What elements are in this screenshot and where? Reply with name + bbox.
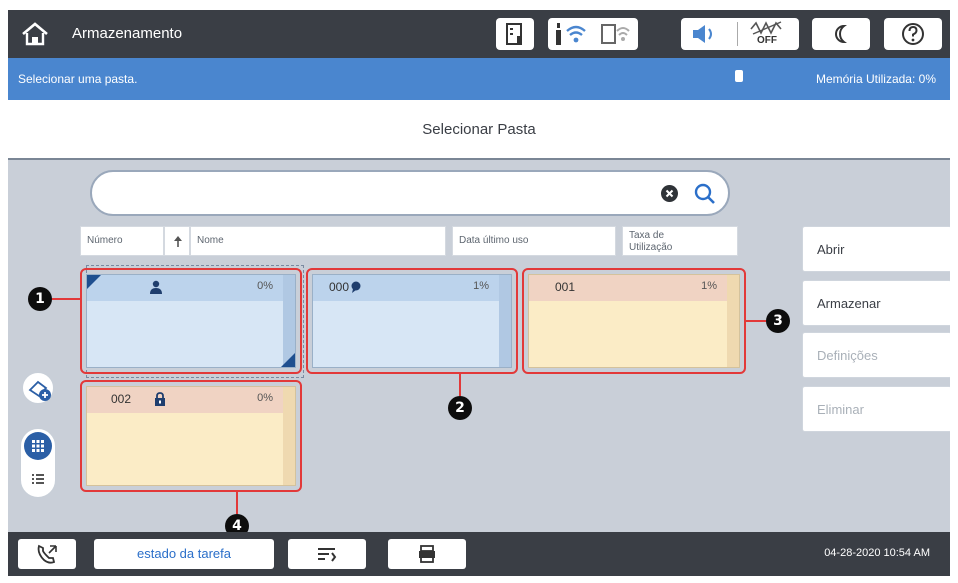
- folder-card-001[interactable]: 001 1%: [522, 268, 746, 374]
- delete-button[interactable]: Eliminar: [802, 386, 950, 432]
- printer-status-icon[interactable]: [496, 18, 534, 50]
- callout-1: 1: [28, 287, 52, 311]
- selected-corner-marker: [87, 275, 101, 289]
- column-header-usage-line1: Taxa de: [629, 230, 665, 241]
- sleep-moon-icon[interactable]: [812, 18, 870, 50]
- column-header-number[interactable]: Número: [80, 226, 164, 256]
- screen: Armazenamento OFF Selecionar uma pasta. …: [8, 10, 950, 576]
- folder-side: [499, 275, 511, 367]
- home-icon[interactable]: [20, 20, 50, 48]
- app-title: Armazenamento: [72, 25, 183, 42]
- folder-side: [727, 275, 739, 367]
- callout-line: [236, 492, 238, 514]
- memory-usage-text: Memória Utilizada: 0%: [815, 72, 936, 86]
- wifi-direct-icon: [601, 24, 630, 44]
- folder-usage: 0%: [257, 392, 273, 404]
- folder-number: 001: [555, 280, 576, 294]
- list-view-icon[interactable]: [24, 465, 52, 493]
- open-button[interactable]: Abrir: [802, 226, 950, 272]
- folder-box: 000 1%: [312, 274, 512, 368]
- folder-card-shared[interactable]: 0%: [80, 268, 302, 374]
- callout-line: [52, 298, 80, 300]
- quiet-mode-label: OFF: [757, 35, 777, 46]
- folder-usage: 0%: [257, 280, 273, 292]
- add-folder-icon[interactable]: [22, 372, 54, 404]
- bottom-bar: estado da tarefa 04-28-2020 10:54 AM: [8, 532, 950, 576]
- folder-card-002[interactable]: 002 0%: [80, 380, 302, 492]
- printer-icon[interactable]: [388, 539, 466, 569]
- lock-icon: [155, 392, 165, 406]
- callout-2: 2: [448, 396, 472, 420]
- top-status-bar: Armazenamento OFF: [8, 10, 950, 58]
- page-header: Selecionar Pasta: [8, 100, 950, 160]
- search-input[interactable]: [112, 182, 642, 204]
- job-status-button[interactable]: estado da tarefa: [94, 539, 274, 569]
- folder-box: 002 0%: [86, 386, 296, 486]
- instruction-text: Selecionar uma pasta.: [18, 72, 138, 86]
- folder-card-000[interactable]: 000 1%: [306, 268, 518, 374]
- clear-icon[interactable]: [661, 185, 678, 202]
- speaker-icon: [693, 25, 712, 43]
- fax-call-icon[interactable]: [18, 539, 76, 569]
- selected-corner-marker: [281, 353, 295, 367]
- callout-3: 3: [766, 309, 790, 333]
- search-icon[interactable]: [692, 181, 718, 207]
- store-button[interactable]: Armazenar: [802, 280, 950, 326]
- callout-line: [459, 374, 461, 396]
- view-toggle: [20, 428, 56, 498]
- comment-icon: [351, 281, 361, 293]
- sound-status-group[interactable]: OFF: [681, 18, 799, 50]
- network-status-group[interactable]: [548, 18, 638, 50]
- help-icon[interactable]: [884, 18, 942, 50]
- callout-line: [746, 320, 766, 322]
- info-bar: Selecionar uma pasta. Memória Utilizada:…: [8, 58, 950, 100]
- page-title: Selecionar Pasta: [422, 121, 536, 138]
- search-bar: [90, 170, 730, 216]
- column-header-usage-line2: Utilização: [629, 242, 673, 253]
- column-header-usage[interactable]: Taxa de Utilização: [622, 226, 738, 256]
- folder-box: 0%: [86, 274, 296, 368]
- folder-box: 001 1%: [528, 274, 740, 368]
- user-icon: [150, 280, 162, 294]
- folder-number: 000: [329, 280, 350, 294]
- grid-view-icon[interactable]: [24, 432, 52, 460]
- column-header-name[interactable]: Nome: [190, 226, 446, 256]
- divider: [737, 22, 738, 46]
- folder-usage: 1%: [473, 280, 489, 292]
- column-header-last-used[interactable]: Data último uso: [452, 226, 616, 256]
- sort-ascending-icon[interactable]: [164, 226, 190, 256]
- folder-number: 002: [111, 392, 132, 406]
- settings-button[interactable]: Definições: [802, 332, 950, 378]
- folder-usage: 1%: [701, 280, 717, 292]
- wifi-icon: [556, 23, 586, 45]
- datetime: 04-28-2020 10:54 AM: [824, 547, 930, 559]
- memory-icon: [735, 70, 743, 82]
- folder-side: [283, 387, 295, 485]
- quiet-mode-off-icon: [750, 21, 782, 35]
- stop-job-icon[interactable]: [288, 539, 366, 569]
